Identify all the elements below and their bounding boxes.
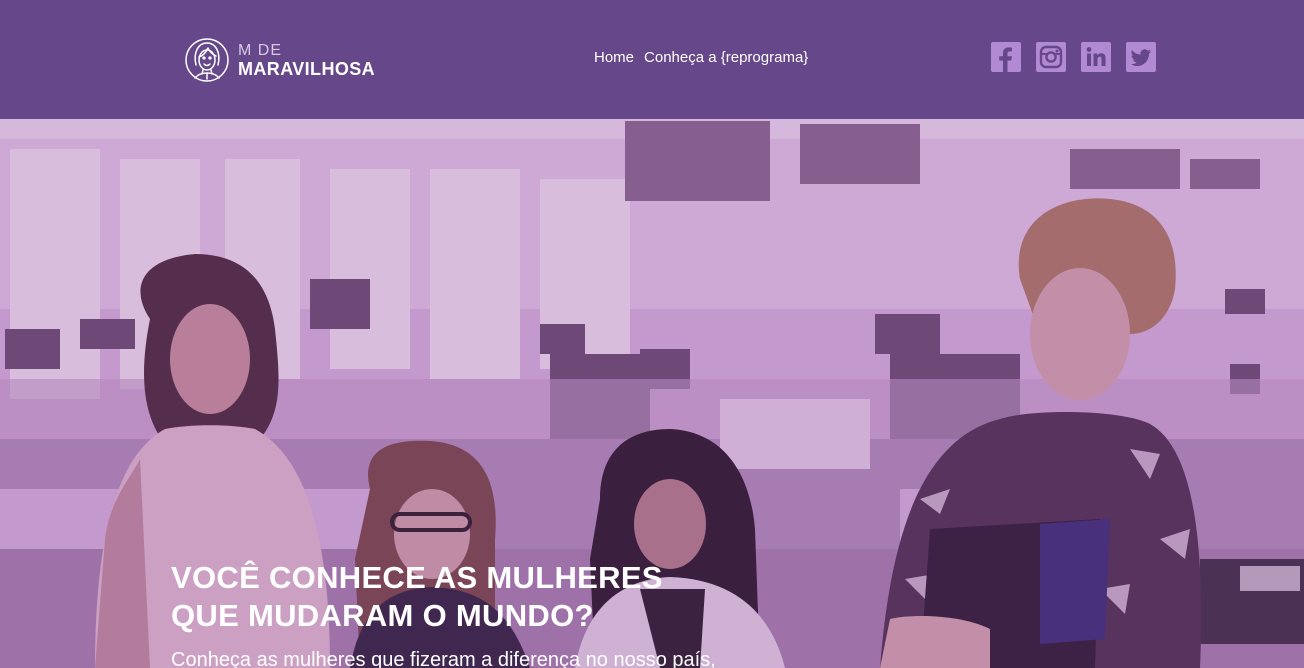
linkedin-icon [1086,47,1106,66]
twitter-link[interactable] [1126,42,1156,72]
woman-face-logo-icon [185,38,229,82]
brand-line1: M DE [238,41,282,59]
hero-subtitle: Conheça as mulheres que fizeram a difere… [171,649,716,668]
brand-text: M DE MARAVILHOSA [238,41,376,79]
social-links [991,42,1156,72]
main-nav: Home Conheça a {reprograma} [594,49,808,66]
site-header: M DE MARAVILHOSA Home Conheça a {reprogr… [0,0,1304,119]
instagram-link[interactable] [1036,42,1066,72]
hero-section: VOCÊ CONHECE AS MULHERES QUE MUDARAM O M… [0,119,1304,668]
facebook-icon [999,47,1012,72]
nav-link-home[interactable]: Home [594,49,634,66]
facebook-link[interactable] [991,42,1021,72]
brand-logo[interactable]: M DE MARAVILHOSA [184,35,375,85]
hero-title-line2: QUE MUDARAM O MUNDO? [171,598,594,633]
brand-line2: MARAVILHOSA [238,58,376,79]
instagram-icon [1039,45,1063,69]
twitter-icon [1130,49,1151,66]
hero-title-line1: VOCÊ CONHECE AS MULHERES [171,560,663,595]
nav-link-reprograma[interactable]: Conheça a {reprograma} [644,49,808,66]
hero-title: VOCÊ CONHECE AS MULHERES QUE MUDARAM O M… [171,559,791,635]
linkedin-link[interactable] [1081,42,1111,72]
